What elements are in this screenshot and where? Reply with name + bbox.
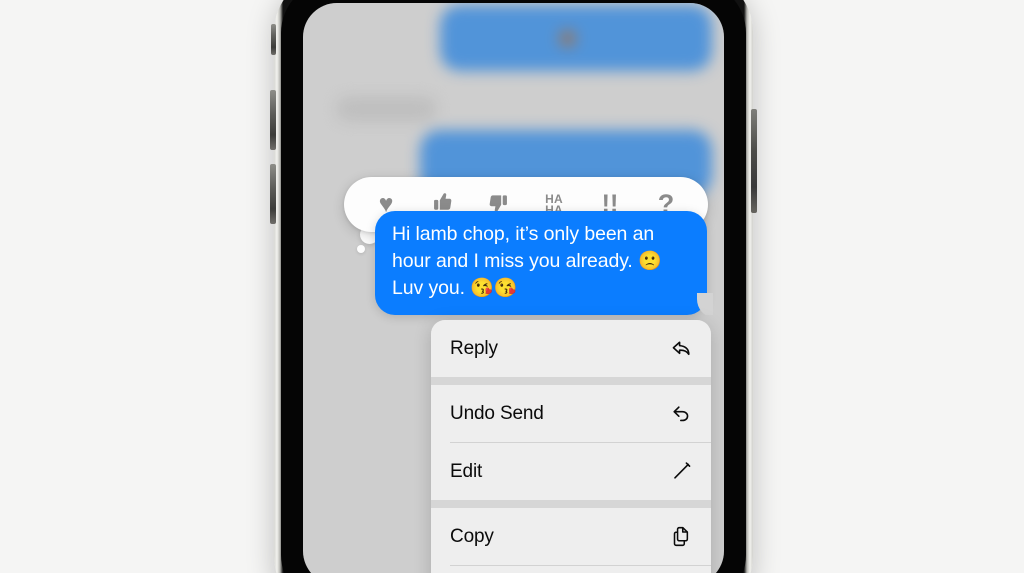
message-bubble-tail [691,292,713,315]
context-menu-group-separator [431,500,711,508]
context-menu-item-reply[interactable]: Reply [431,320,711,377]
reply-arrow-icon [669,337,693,361]
pencil-icon [669,460,693,484]
message-context-menu: Reply Undo Send Edit Copy [431,320,711,573]
message-line-3: Luv you. [392,277,471,299]
message-line-1: Hi lamb chop, it’s only been an [392,223,655,245]
volume-up-button[interactable] [270,90,276,150]
focused-message: Hi lamb chop, it’s only been an hour and… [375,211,713,315]
context-menu-group-1: Reply [431,320,711,377]
context-menu-item-label: Undo Send [450,402,544,424]
context-menu-item-label: Reply [450,337,498,359]
device-screen: ♥ HA HA !! ? Hi lamb chop, it’s only bee… [303,3,724,573]
message-line-2: hour and I miss you already. [392,249,639,272]
iphone-device-frame: ♥ HA HA !! ? Hi lamb chop, it’s only bee… [270,0,757,573]
context-menu-item-label: Copy [450,525,494,547]
context-menu-group-separator [431,377,711,385]
frowning-face-emoji: 🙁 [638,250,662,272]
copy-documents-icon [669,525,693,549]
message-bubble-sent[interactable]: Hi lamb chop, it’s only been an hour and… [375,211,713,315]
context-menu-item-copy[interactable]: Copy [431,508,711,565]
context-menu-item-cutoff[interactable] [431,566,711,573]
undo-arrow-icon [669,402,693,426]
context-menu-group-2: Undo Send Edit [431,385,711,500]
kissing-heart-emoji: 😘😘 [470,278,518,299]
power-button[interactable] [751,109,757,213]
screenshot-stage: ♥ HA HA !! ? Hi lamb chop, it’s only bee… [0,0,1024,573]
context-menu-item-undo-send[interactable]: Undo Send [431,385,711,442]
context-menu-item-label: Edit [450,460,483,482]
context-menu-group-3: Copy [431,508,711,573]
volume-down-button[interactable] [270,164,276,224]
tapback-tail-small-dot [357,245,365,253]
context-menu-item-edit[interactable]: Edit [431,443,711,500]
mute-switch[interactable] [271,24,276,55]
